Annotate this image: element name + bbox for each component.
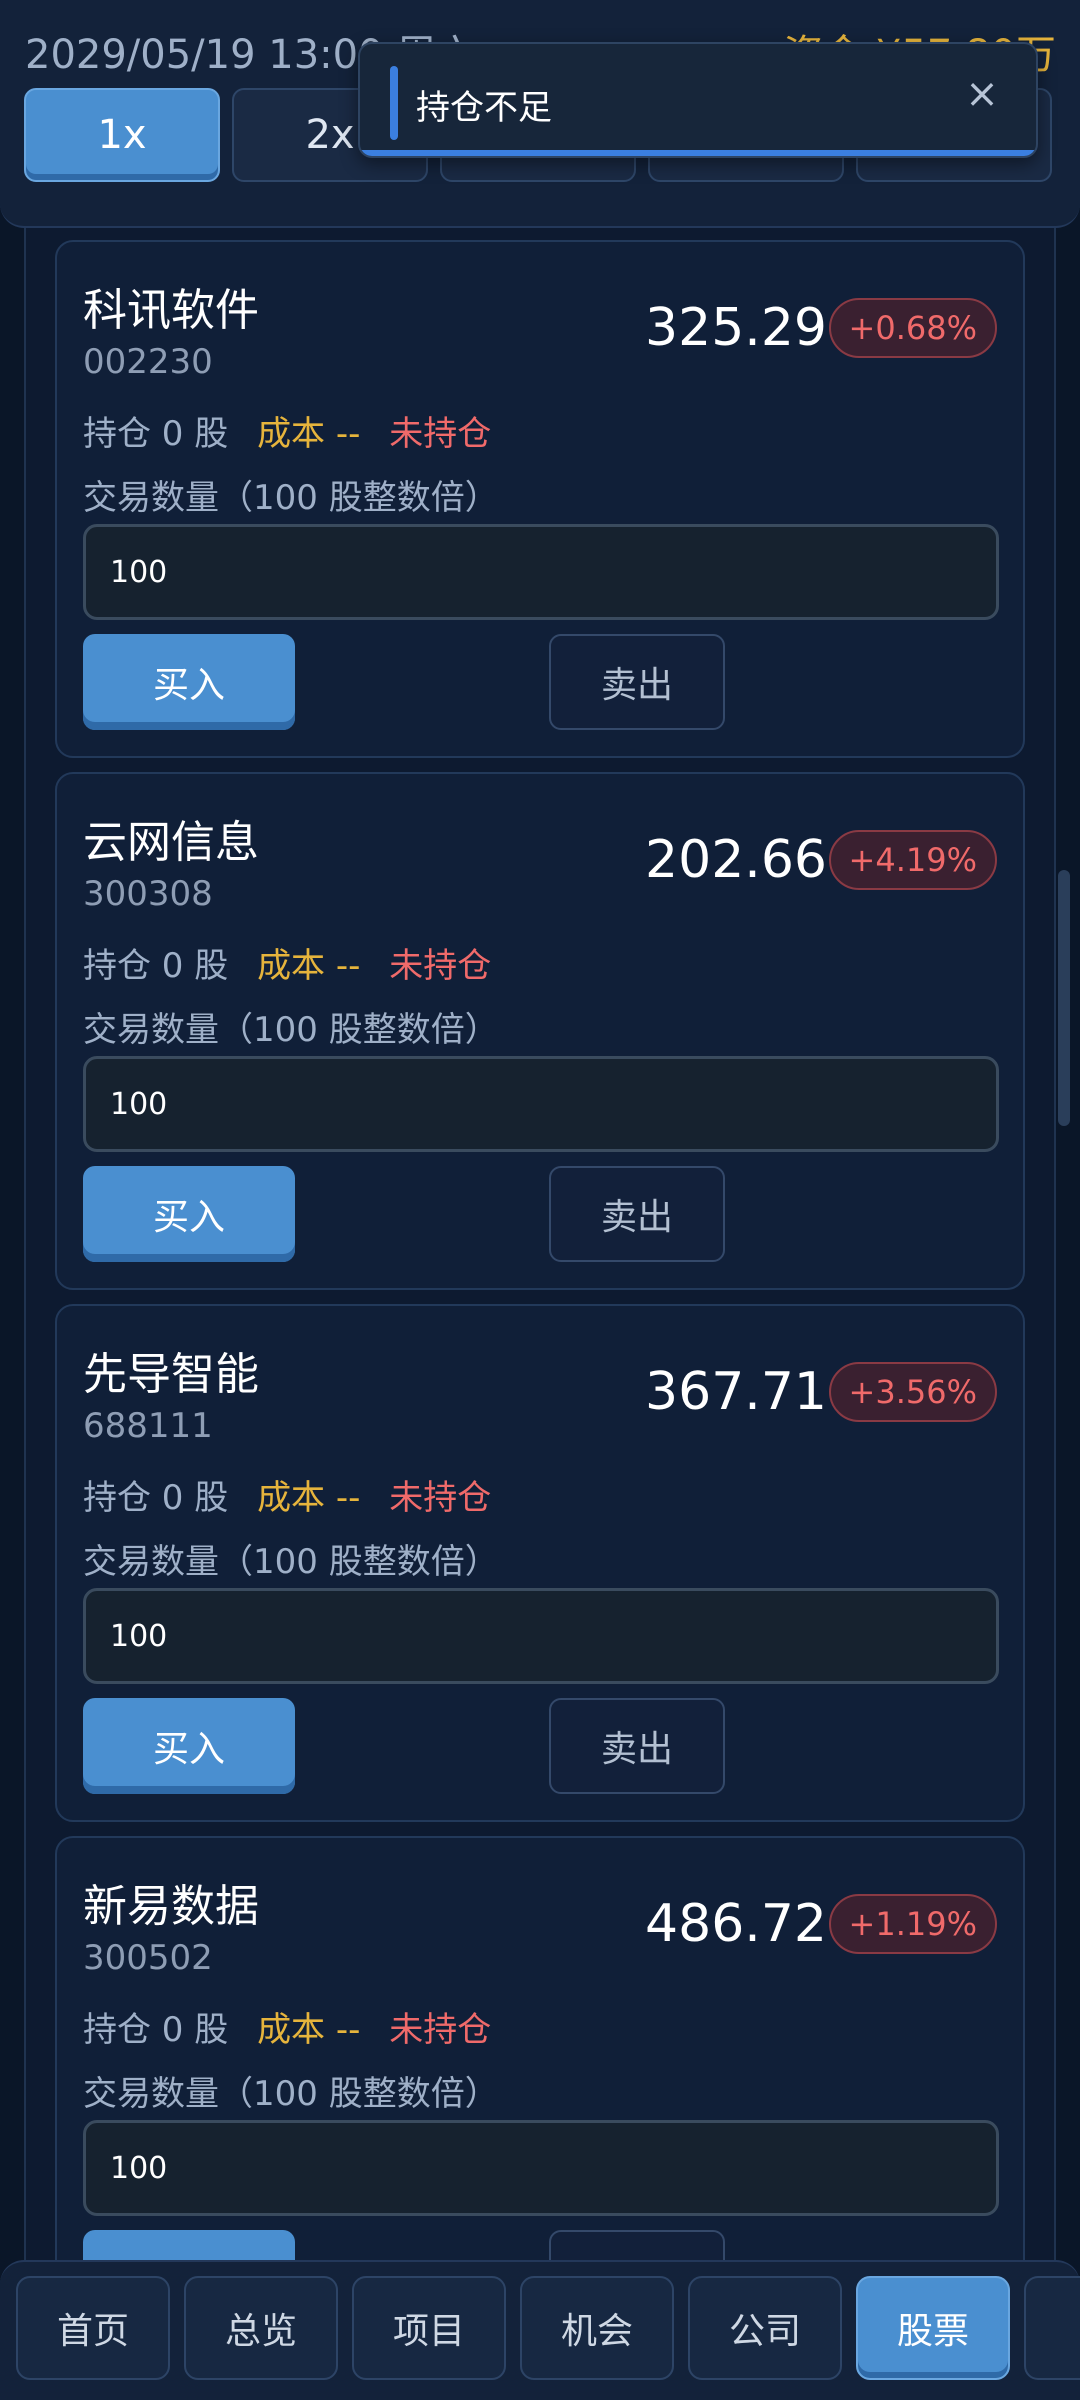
stock-price: 367.71 [645, 1362, 827, 1422]
toast-accent-bar [390, 66, 398, 140]
speed-button-1x[interactable]: 1x [24, 88, 220, 182]
quantity-input[interactable] [83, 524, 999, 620]
stock-price: 202.66 [645, 830, 827, 890]
holding-info: 持仓 0 股 成本 -- 未持仓 [83, 2002, 491, 2051]
holding-status: 未持仓 [389, 1478, 492, 1518]
tab-home[interactable]: 首页 [16, 2276, 170, 2380]
stock-name: 科讯软件 [83, 285, 259, 336]
buy-button[interactable]: 买入 [83, 1698, 295, 1794]
change-badge: +3.56% [828, 1362, 997, 1422]
tab-overflow[interactable] [1024, 2276, 1080, 2380]
buy-button[interactable]: 买入 [83, 634, 295, 730]
toast-notification: 持仓不足 × [358, 42, 1038, 158]
stock-list: 科讯软件 002230 325.29 +0.68% 持仓 0 股 成本 -- 未… [55, 240, 1025, 2368]
close-icon[interactable]: × [958, 70, 1006, 118]
cost-basis: 成本 -- [257, 414, 361, 454]
sell-button[interactable]: 卖出 [549, 1698, 725, 1794]
change-badge: +0.68% [828, 298, 997, 358]
holding-status: 未持仓 [389, 2010, 492, 2050]
toast-progress-bar [360, 150, 1036, 156]
tab-projects[interactable]: 项目 [352, 2276, 506, 2380]
sell-button[interactable]: 卖出 [549, 634, 725, 730]
quantity-input[interactable] [83, 1588, 999, 1684]
quantity-label: 交易数量（100 股整数倍） [83, 478, 499, 518]
sell-button[interactable]: 卖出 [549, 1166, 725, 1262]
holding-shares: 持仓 0 股 [83, 946, 229, 986]
stock-name: 云网信息 [83, 817, 259, 868]
tab-opportunities[interactable]: 机会 [520, 2276, 674, 2380]
stock-code: 688111 [83, 1406, 213, 1446]
change-badge: +4.19% [828, 830, 997, 890]
stock-card: 科讯软件 002230 325.29 +0.68% 持仓 0 股 成本 -- 未… [55, 240, 1025, 758]
holding-status: 未持仓 [389, 414, 492, 454]
quantity-label: 交易数量（100 股整数倍） [83, 1010, 499, 1050]
bottom-navigation: 首页 总览 项目 机会 公司 股票 [0, 2260, 1080, 2400]
cost-basis: 成本 -- [257, 2010, 361, 2050]
holding-shares: 持仓 0 股 [83, 2010, 229, 2050]
stock-code: 002230 [83, 342, 213, 382]
stock-card: 云网信息 300308 202.66 +4.19% 持仓 0 股 成本 -- 未… [55, 772, 1025, 1290]
toast-message: 持仓不足 [416, 88, 552, 128]
holding-shares: 持仓 0 股 [83, 1478, 229, 1518]
holding-info: 持仓 0 股 成本 -- 未持仓 [83, 1470, 491, 1519]
holding-shares: 持仓 0 股 [83, 414, 229, 454]
change-badge: +1.19% [828, 1894, 997, 1954]
holding-info: 持仓 0 股 成本 -- 未持仓 [83, 406, 491, 455]
scrollbar-thumb[interactable] [1058, 870, 1070, 1126]
stock-name: 先导智能 [83, 1349, 259, 1400]
stock-name: 新易数据 [83, 1881, 259, 1932]
tab-overview[interactable]: 总览 [184, 2276, 338, 2380]
cost-basis: 成本 -- [257, 1478, 361, 1518]
stock-card: 先导智能 688111 367.71 +3.56% 持仓 0 股 成本 -- 未… [55, 1304, 1025, 1822]
stock-price: 325.29 [645, 298, 827, 358]
holding-info: 持仓 0 股 成本 -- 未持仓 [83, 938, 491, 987]
stock-code: 300502 [83, 1938, 213, 1978]
tab-stocks[interactable]: 股票 [856, 2276, 1010, 2380]
nav-tabs: 首页 总览 项目 机会 公司 股票 [16, 2276, 1080, 2380]
quantity-label: 交易数量（100 股整数倍） [83, 2074, 499, 2114]
holding-status: 未持仓 [389, 946, 492, 986]
cost-basis: 成本 -- [257, 946, 361, 986]
stock-price: 486.72 [645, 1894, 827, 1954]
tab-company[interactable]: 公司 [688, 2276, 842, 2380]
quantity-label: 交易数量（100 股整数倍） [83, 1542, 499, 1582]
quantity-input[interactable] [83, 1056, 999, 1152]
buy-button[interactable]: 买入 [83, 1166, 295, 1262]
stock-code: 300308 [83, 874, 213, 914]
quantity-input[interactable] [83, 2120, 999, 2216]
